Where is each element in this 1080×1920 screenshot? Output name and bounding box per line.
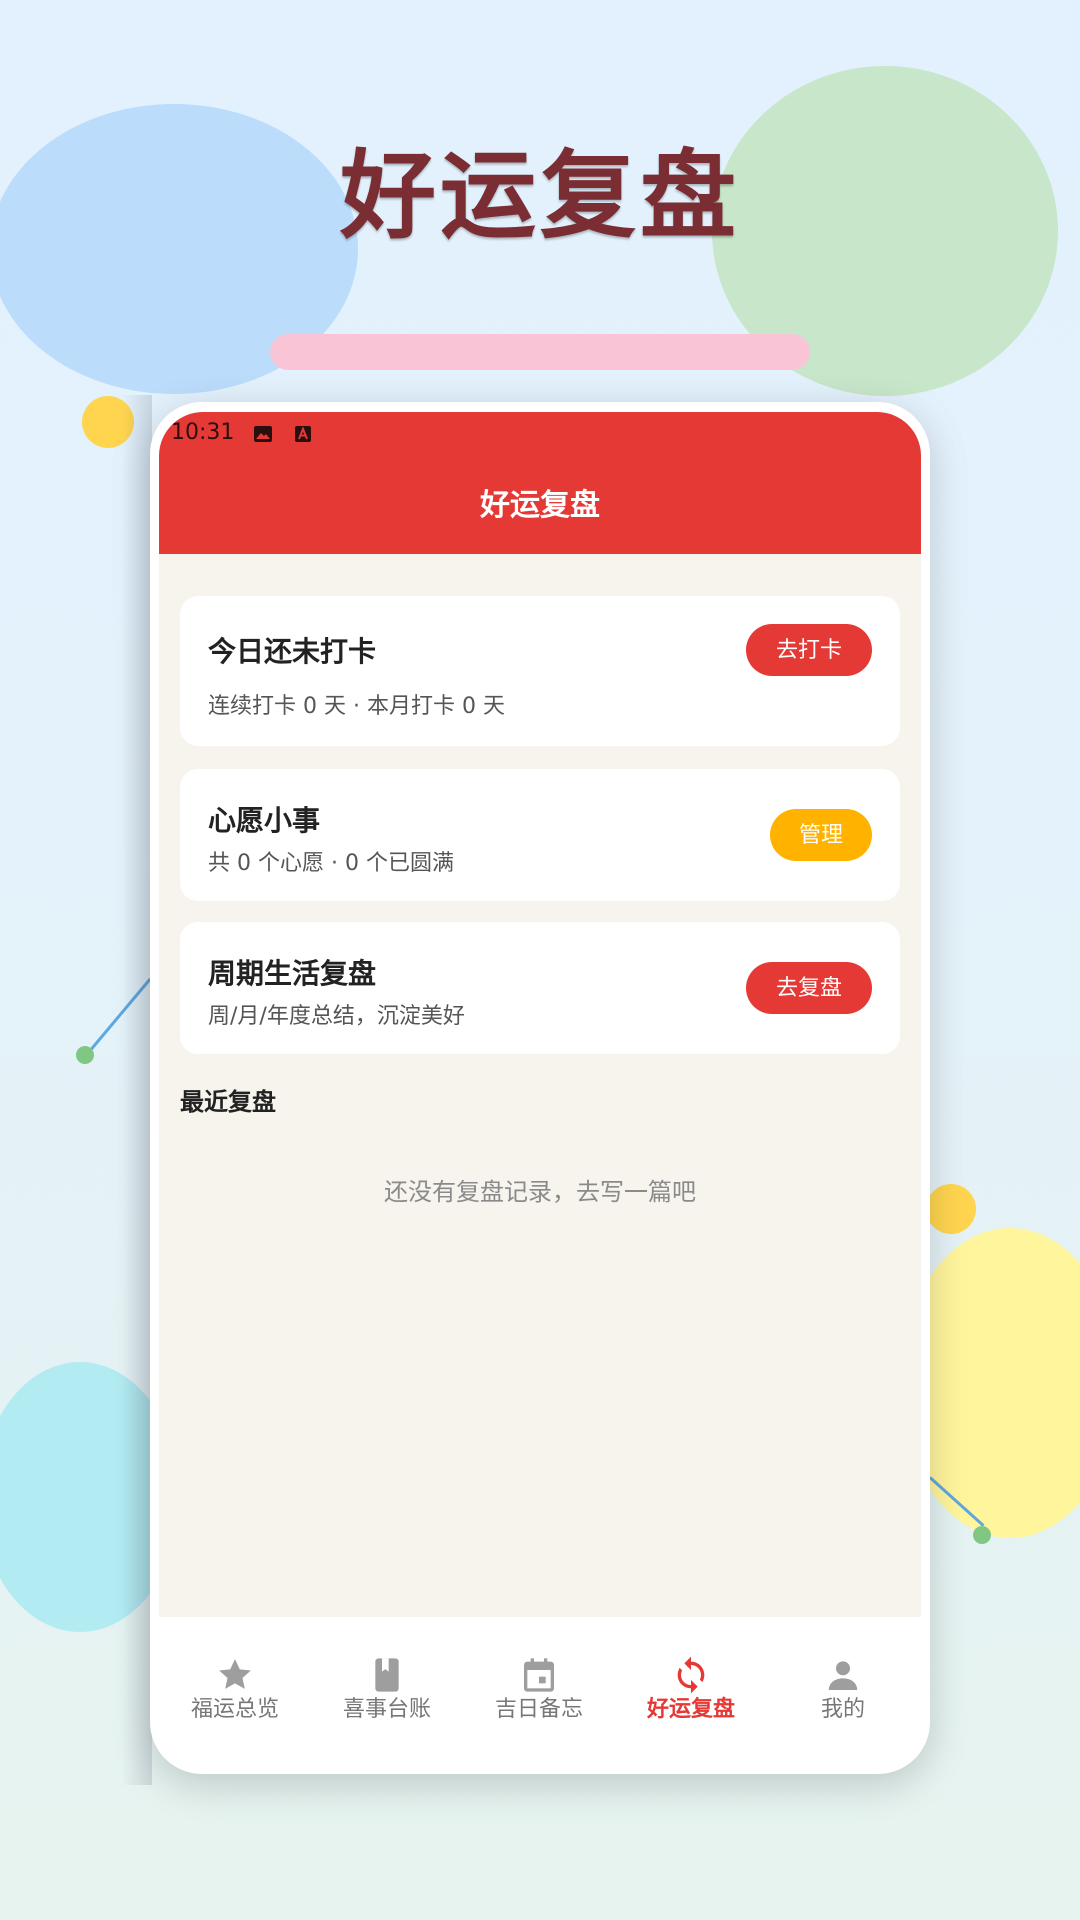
review-card: 周期生活复盘 周/月/年度总结，沉淀美好 去复盘 [180, 922, 900, 1054]
manage-button[interactable]: 管理 [770, 809, 872, 861]
review-title: 周期生活复盘 [208, 957, 377, 990]
calendar-icon [524, 1658, 554, 1692]
tab-ledger-label: 喜事台账 [342, 1697, 431, 1722]
wishes-stats: 共 0 个心愿 · 0 个已圆满 [208, 851, 454, 876]
tab-profile[interactable]: 我的 [767, 1655, 919, 1723]
checkin-card: 今日还未打卡 连续打卡 0 天 · 本月打卡 0 天 去打卡 [180, 596, 900, 746]
recent-section-title: 最近复盘 [180, 1088, 276, 1116]
font-a-icon [295, 426, 311, 442]
tab-ledger[interactable]: 喜事台账 [311, 1655, 463, 1723]
book-icon [375, 1658, 399, 1692]
app-screen: 10:31 好运复盘 今日还未打卡 连续打卡 0 天 · 本月打卡 0 天 去打… [159, 412, 921, 1764]
star-icon [219, 1659, 251, 1689]
tab-overview[interactable]: 福运总览 [159, 1655, 311, 1723]
decor-green-dot-right [973, 1526, 991, 1544]
tab-calendar[interactable]: 吉日备忘 [463, 1655, 615, 1723]
checkin-stats: 连续打卡 0 天 · 本月打卡 0 天 [208, 694, 505, 719]
wishes-title: 心愿小事 [208, 804, 321, 837]
sync-icon [677, 1656, 705, 1694]
status-time: 10:31 [171, 420, 235, 445]
page-title: 好运复盘 [480, 488, 600, 523]
bottom-nav: 福运总览 喜事台账 吉日备忘 好运复盘 我的 [159, 1617, 921, 1764]
decor-yellow-dot-2 [926, 1184, 976, 1234]
review-button[interactable]: 去复盘 [746, 962, 872, 1014]
decor-green-dot-left [76, 1046, 94, 1064]
phone-frame: 10:31 好运复盘 今日还未打卡 连续打卡 0 天 · 本月打卡 0 天 去打… [150, 402, 930, 1774]
app-bar: 10:31 好运复盘 [159, 412, 921, 554]
phone-shadow [122, 395, 152, 1785]
tab-review[interactable]: 好运复盘 [615, 1655, 767, 1723]
wishes-card: 心愿小事 共 0 个心愿 · 0 个已圆满 管理 [180, 769, 900, 901]
tab-review-label: 好运复盘 [646, 1697, 735, 1722]
checkin-button[interactable]: 去打卡 [746, 624, 872, 676]
empty-state-text: 还没有复盘记录，去写一篇吧 [384, 1178, 696, 1206]
image-icon [254, 426, 272, 442]
checkin-title: 今日还未打卡 [208, 635, 377, 668]
person-icon [828, 1661, 858, 1690]
poster-title: 好运复盘 [340, 140, 740, 252]
tab-profile-label: 我的 [820, 1697, 865, 1722]
tab-overview-label: 福运总览 [190, 1697, 279, 1722]
review-desc: 周/月/年度总结，沉淀美好 [208, 1004, 465, 1029]
tab-calendar-label: 吉日备忘 [494, 1697, 583, 1722]
decor-pink-bar [270, 334, 810, 370]
